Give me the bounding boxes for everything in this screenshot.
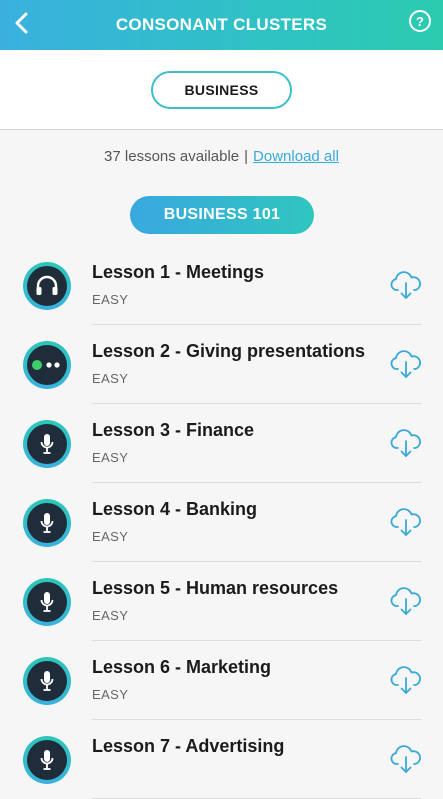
microphone-icon bbox=[27, 661, 67, 701]
lesson-title: Lesson 3 - Finance bbox=[92, 420, 255, 440]
lesson-row[interactable]: Lesson 3 - Finance EASY bbox=[0, 404, 443, 483]
back-button[interactable] bbox=[8, 8, 36, 38]
cloud-download-icon bbox=[389, 508, 423, 543]
download-lesson-button[interactable] bbox=[389, 270, 423, 302]
help-button[interactable]: ? bbox=[409, 10, 431, 32]
category-selector-button[interactable]: BUSINESS bbox=[151, 70, 292, 109]
lesson-status-avatar bbox=[23, 657, 71, 705]
download-lesson-button[interactable] bbox=[389, 428, 423, 460]
lesson-title: Lesson 4 - Banking bbox=[92, 499, 258, 519]
app-header: CONSONANT CLUSTERS ? bbox=[0, 0, 443, 50]
lesson-difficulty: EASY bbox=[92, 529, 129, 544]
lesson-status-avatar bbox=[23, 578, 71, 626]
cloud-download-icon bbox=[389, 429, 423, 464]
download-lesson-button[interactable] bbox=[389, 586, 423, 618]
lesson-title: Lesson 6 - Marketing bbox=[92, 657, 272, 677]
lessons-count-text: 37 lessons available bbox=[104, 148, 240, 165]
microphone-icon bbox=[27, 503, 67, 543]
download-all-link[interactable]: Download all bbox=[253, 148, 339, 165]
lesson-difficulty: EASY bbox=[92, 608, 129, 623]
cloud-download-icon bbox=[389, 271, 423, 306]
page-title: CONSONANT CLUSTERS bbox=[115, 15, 328, 34]
lesson-row[interactable]: Lesson 5 - Human resources EASY bbox=[0, 562, 443, 641]
microphone-icon bbox=[27, 582, 67, 622]
in-progress-dots-icon bbox=[27, 345, 67, 385]
lesson-row[interactable]: Lesson 6 - Marketing EASY bbox=[0, 641, 443, 720]
lesson-status-avatar bbox=[23, 499, 71, 547]
download-lesson-button[interactable] bbox=[389, 744, 423, 776]
lesson-row[interactable]: Lesson 7 - Advertising bbox=[0, 720, 443, 799]
category-bar: BUSINESS bbox=[0, 50, 443, 130]
lessons-info-line: 37 lessons available | Download all bbox=[0, 148, 443, 165]
lesson-status-avatar bbox=[23, 341, 71, 389]
download-lesson-button[interactable] bbox=[389, 507, 423, 539]
lesson-status-avatar bbox=[23, 420, 71, 468]
lesson-difficulty: EASY bbox=[92, 450, 129, 465]
lesson-title: Lesson 1 - Meetings bbox=[92, 262, 265, 282]
chevron-left-icon bbox=[15, 12, 28, 34]
lesson-status-avatar bbox=[23, 262, 71, 310]
lesson-row[interactable]: Lesson 1 - Meetings EASY bbox=[0, 246, 443, 325]
headphones-icon bbox=[27, 266, 67, 306]
lesson-list: Lesson 1 - Meetings EASY Lesson 2 - Giving… bbox=[0, 246, 443, 799]
download-lesson-button[interactable] bbox=[389, 665, 423, 697]
cloud-download-icon bbox=[389, 587, 423, 622]
cloud-download-icon bbox=[389, 745, 423, 780]
info-separator: | bbox=[244, 148, 249, 165]
lesson-row[interactable]: Lesson 2 - Giving presentations EASY bbox=[0, 325, 443, 404]
download-lesson-button[interactable] bbox=[389, 349, 423, 381]
section-header-badge: BUSINESS 101 bbox=[130, 196, 314, 234]
lesson-title: Lesson 5 - Human resources bbox=[92, 578, 339, 598]
microphone-icon bbox=[27, 424, 67, 464]
lesson-status-avatar bbox=[23, 736, 71, 784]
lesson-difficulty: EASY bbox=[92, 687, 129, 702]
cloud-download-icon bbox=[389, 350, 423, 385]
lesson-difficulty: EASY bbox=[92, 371, 129, 386]
lesson-row[interactable]: Lesson 4 - Banking EASY bbox=[0, 483, 443, 562]
cloud-download-icon bbox=[389, 666, 423, 701]
microphone-icon bbox=[27, 740, 67, 780]
lesson-difficulty: EASY bbox=[92, 292, 129, 307]
lesson-title: Lesson 2 - Giving presentations bbox=[92, 341, 366, 361]
lesson-title: Lesson 7 - Advertising bbox=[92, 736, 285, 756]
